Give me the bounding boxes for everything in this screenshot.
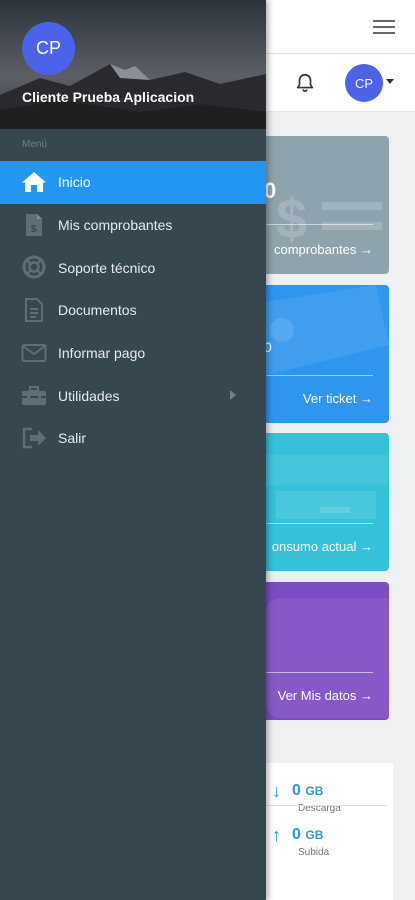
download-value: 0 GB [292,782,324,799]
navigation-drawer: CP Cliente Prueba Aplicacion Menú Inicio… [0,0,266,900]
menu-item-salir[interactable]: Salir [0,417,266,460]
chevron-right-icon [230,390,236,401]
menu-item-soporte-tecnico[interactable]: Soporte técnico [0,246,266,289]
drawer-header: CP Cliente Prueba Aplicacion [0,0,266,129]
user-avatar[interactable]: CP [22,22,75,75]
menu-item-label: Mis comprobantes [58,217,173,234]
chevron-down-icon[interactable] [386,79,394,84]
menu-item-label: Informar pago [58,345,146,362]
svg-text:$: $ [276,187,307,246]
card-divider [256,672,373,673]
card-divider [256,375,373,376]
arrow-down-icon: ↓ [272,781,281,801]
menu-item-label: Inicio [58,174,91,191]
card-link[interactable]: Ver ticket → [303,391,373,406]
menu-item-label: Utilidades [58,387,120,404]
hamburger-menu-icon[interactable] [373,20,395,34]
arrow-up-icon: ↑ [272,825,281,845]
svg-text:$: $ [31,224,37,235]
envelope-icon [21,343,47,362]
card-link[interactable]: Ver Mis datos → [278,688,373,703]
card-link[interactable]: onsumo actual → [272,539,373,554]
card-link[interactable]: comprobantes → [274,242,373,257]
upload-value: 0 GB [292,826,324,843]
card-divider [256,523,373,524]
user-name: Cliente Prueba Aplicacion [22,89,195,105]
document-icon [25,298,43,323]
bell-icon[interactable] [294,72,316,94]
menu-caption: Menú [22,139,48,150]
toolbox-icon [22,386,46,406]
menu-item-informar-pago[interactable]: Informar pago [0,332,266,375]
invoice-icon: $ [26,213,42,236]
menu-item-utilidades[interactable]: Utilidades [0,374,266,417]
menu-item-label: Salir [58,430,87,447]
menu-item-inicio[interactable]: Inicio [0,161,266,204]
card-divider [256,224,373,225]
menu-item-label: Soporte técnico [58,259,156,276]
menu-item-mis-comprobantes[interactable]: $ Mis comprobantes [0,204,266,247]
home-icon [22,172,46,192]
stats-divider [266,805,387,806]
menu-item-documentos[interactable]: Documentos [0,289,266,332]
user-avatar-button[interactable]: CP [345,64,383,102]
lifebuoy-icon [22,255,46,279]
menu-item-label: Documentos [58,302,137,319]
logout-icon [22,427,46,449]
upload-caption: Subida [298,847,330,858]
dollar-watermark-icon: $ [276,187,382,246]
drawer-menu: Inicio $ Mis comprobantes Soporte técnic… [0,161,266,460]
